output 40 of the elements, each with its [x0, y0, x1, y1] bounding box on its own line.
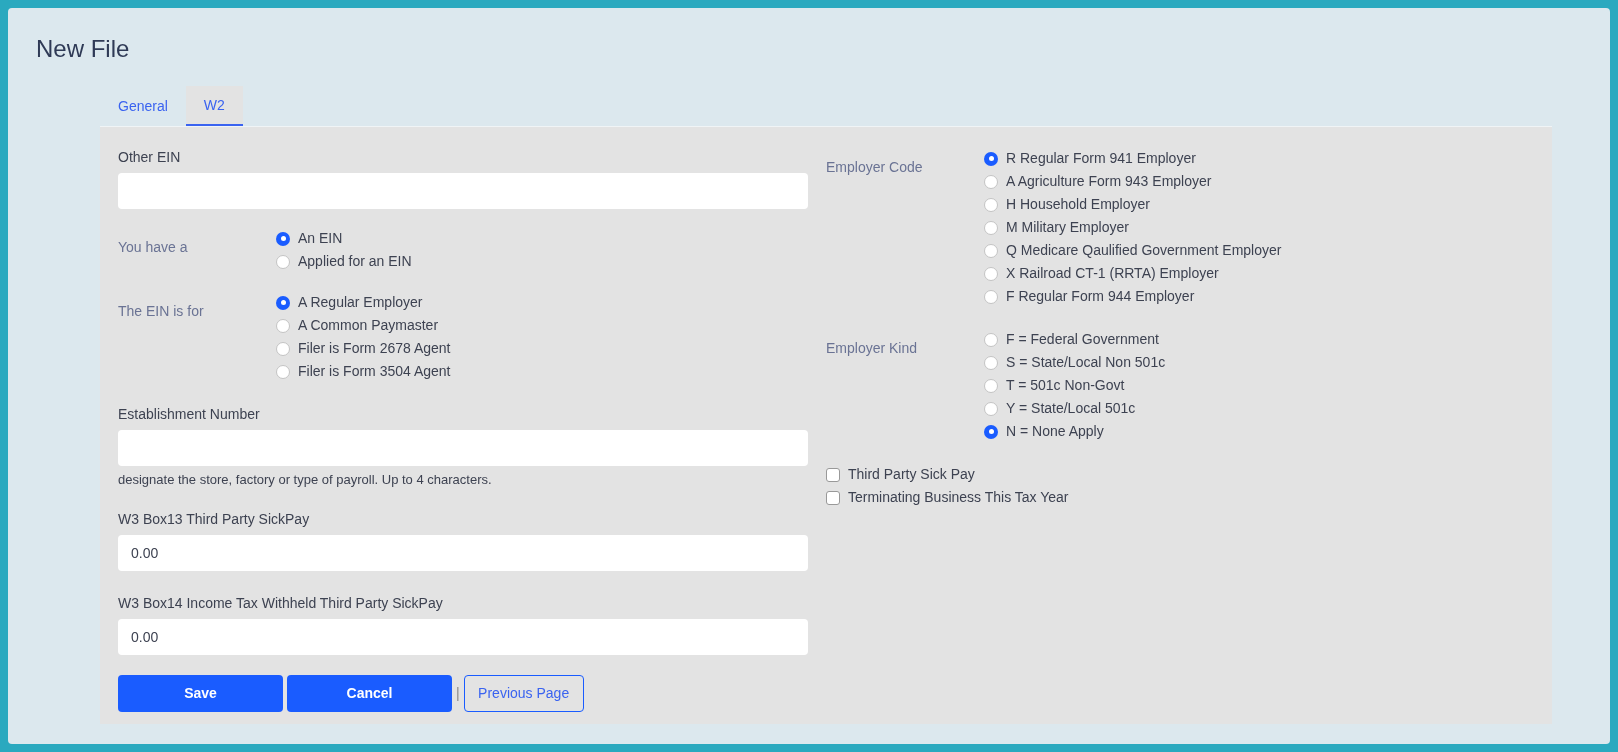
radio-option[interactable]: M Military Employer: [984, 216, 1282, 239]
radio-option[interactable]: Applied for an EIN: [276, 250, 412, 273]
radio-option[interactable]: A Common Paymaster: [276, 314, 451, 337]
field-label: Other EIN: [118, 148, 182, 167]
input-field[interactable]: 0.00: [118, 534, 808, 571]
radio-option[interactable]: Y = State/Local 501c: [984, 397, 1166, 420]
radio-option[interactable]: A Agriculture Form 943 Employer: [984, 170, 1282, 193]
checkbox-option[interactable]: Terminating Business This Tax Year: [826, 486, 1282, 509]
radio-option[interactable]: X Railroad CT-1 (RRTA) Employer: [984, 262, 1282, 285]
field-label: Establishment Number: [118, 405, 261, 424]
radio-option[interactable]: R Regular Form 941 Employer: [984, 147, 1282, 170]
group-label: You have a: [118, 238, 189, 257]
radio-option[interactable]: Q Medicare Qaulified Government Employer: [984, 239, 1282, 262]
radio-option[interactable]: A Regular Employer: [276, 291, 451, 314]
input-field[interactable]: 0.00: [118, 618, 808, 655]
field-label: W3 Box13 Third Party SickPay: [118, 509, 311, 529]
previous-page-button[interactable]: Previous Page: [463, 674, 584, 712]
tab[interactable]: General: [100, 86, 186, 126]
radio-option[interactable]: F = Federal Government: [984, 328, 1166, 351]
radio-option[interactable]: H Household Employer: [984, 193, 1282, 216]
help-text: designate the store, factory or type of payroll. Up to 4 characters.: [118, 471, 493, 489]
radio-option[interactable]: T = 501c Non-Govt: [984, 374, 1166, 397]
radio-option[interactable]: An EIN: [276, 227, 412, 250]
group-label: Employer Kind: [826, 339, 919, 358]
group-label: Employer Code: [826, 158, 924, 177]
radio-option[interactable]: Filer is Form 2678 Agent: [276, 337, 451, 360]
radio-option[interactable]: F Regular Form 944 Employer: [984, 285, 1282, 308]
input-field[interactable]: [118, 173, 808, 209]
radio-option[interactable]: N = None Apply: [984, 420, 1166, 443]
group-label: The EIN is for: [118, 302, 205, 321]
tab[interactable]: W2: [185, 86, 243, 126]
radio-option[interactable]: Filer is Form 3504 Agent: [276, 360, 451, 383]
field-label: W3 Box14 Income Tax Withheld Third Party SickPay: [118, 593, 444, 613]
separator: |: [456, 683, 460, 703]
page-title: New File: [36, 34, 131, 64]
save-button[interactable]: Save: [118, 674, 283, 712]
checkbox-option[interactable]: Third Party Sick Pay: [826, 463, 1282, 486]
input-field[interactable]: [118, 430, 808, 466]
cancel-button[interactable]: Cancel: [287, 674, 452, 712]
radio-option[interactable]: S = State/Local Non 501c: [984, 351, 1166, 374]
